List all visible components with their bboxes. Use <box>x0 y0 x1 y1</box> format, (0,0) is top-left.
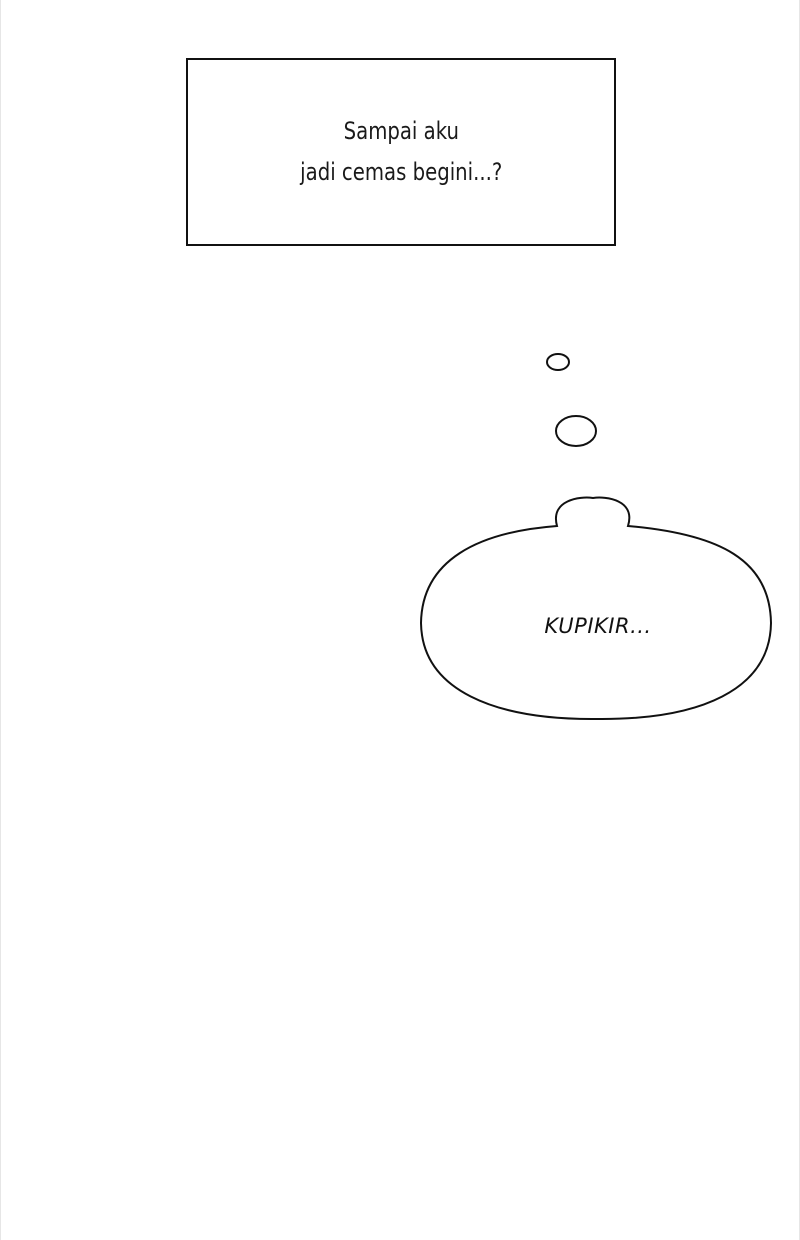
thought-bubble-text: KUPIKIR... <box>544 614 652 638</box>
thought-trail-large-circle <box>555 415 597 447</box>
thought-trail-small-circle <box>546 353 570 371</box>
